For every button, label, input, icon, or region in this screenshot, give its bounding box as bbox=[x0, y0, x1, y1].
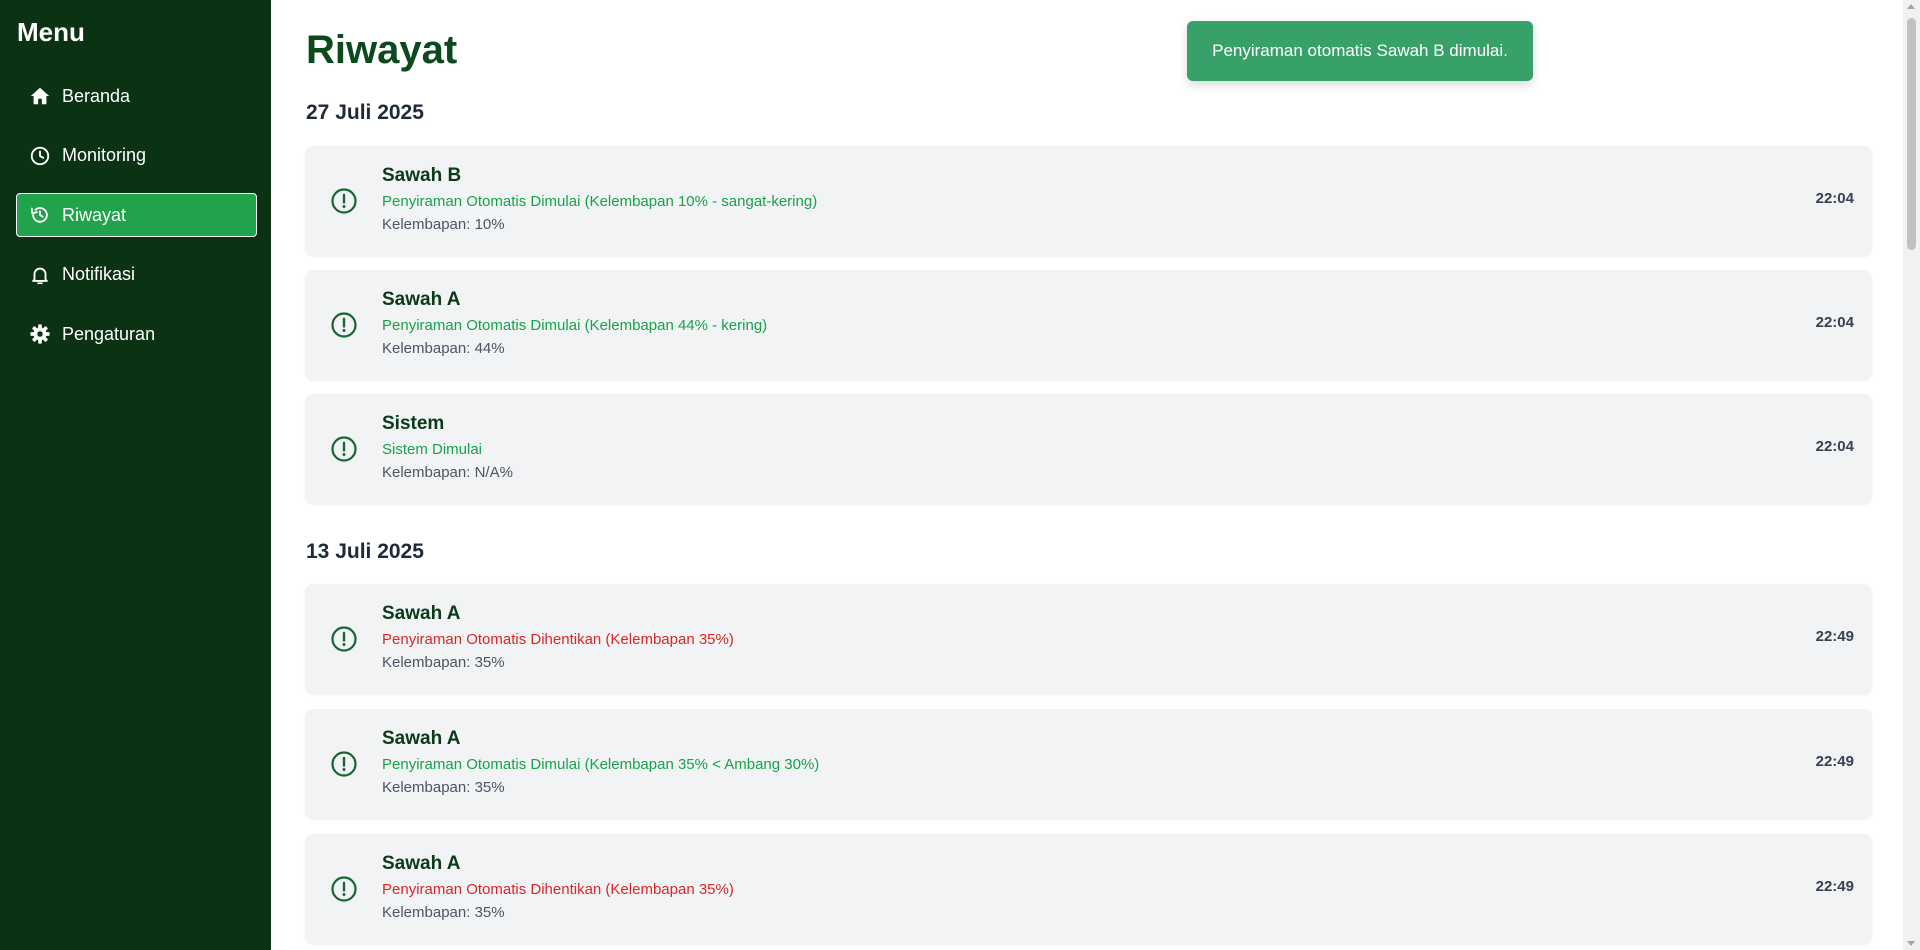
entry-time: 22:04 bbox=[1815, 314, 1854, 331]
entry-time: 22:04 bbox=[1815, 438, 1854, 455]
entry-humidity: Kelembapan: 35% bbox=[382, 654, 505, 671]
main-content: Riwayat 27 Juli 2025 Sawah B Penyiraman … bbox=[271, 0, 1903, 950]
sidebar-item-label: Pengaturan bbox=[62, 323, 156, 344]
sidebar-item-label: Beranda bbox=[62, 85, 131, 106]
entry-time: 22:49 bbox=[1815, 878, 1854, 895]
alert-circle-icon bbox=[331, 188, 357, 214]
entry-humidity: Kelembapan: 10% bbox=[382, 216, 505, 233]
sidebar-item-label: Notifikasi bbox=[62, 264, 136, 284]
entry-message: Penyiraman Otomatis Dihentikan (Kelembap… bbox=[382, 631, 734, 648]
entry-message: Penyiraman Otomatis Dihentikan (Kelembap… bbox=[382, 881, 734, 898]
entry-message: Penyiraman Otomatis Dimulai (Kelembapan … bbox=[382, 193, 818, 210]
page-title: Riwayat bbox=[306, 28, 458, 72]
entry-humidity: Kelembapan: N/A% bbox=[382, 464, 513, 481]
alert-circle-icon bbox=[331, 876, 357, 902]
entry-source: Sistem bbox=[382, 413, 445, 434]
scrollbar[interactable] bbox=[1903, 0, 1920, 950]
sidebar: Menu Beranda Monitoring Riwayat Notifika… bbox=[0, 0, 271, 950]
date-heading: 27 Juli 2025 bbox=[306, 101, 424, 124]
entry-source: Sawah A bbox=[382, 853, 461, 874]
entry-message: Sistem Dimulai bbox=[382, 441, 483, 458]
entry-time: 22:49 bbox=[1815, 753, 1854, 770]
entry-source: Sawah A bbox=[382, 603, 461, 624]
entry-humidity: Kelembapan: 44% bbox=[382, 340, 505, 357]
entry-time: 22:49 bbox=[1815, 628, 1854, 645]
entry-source: Sawah B bbox=[382, 165, 462, 186]
home-icon bbox=[28, 84, 52, 108]
entry-message: Penyiraman Otomatis Dimulai (Kelembapan … bbox=[382, 756, 820, 773]
sidebar-title: Menu bbox=[17, 17, 85, 47]
history-entry: Sawah A Penyiraman Otomatis Dihentikan (… bbox=[305, 584, 1872, 694]
sidebar-item-riwayat[interactable]: Riwayat bbox=[16, 193, 257, 237]
scroll-down-arrow-icon[interactable] bbox=[1907, 941, 1915, 946]
sidebar-item-label: Riwayat bbox=[62, 204, 127, 225]
sidebar-nav: Beranda Monitoring Riwayat Notifikasi Pe… bbox=[16, 74, 257, 372]
gear-icon bbox=[28, 322, 52, 346]
entry-source: Sawah A bbox=[382, 728, 461, 749]
entry-humidity: Kelembapan: 35% bbox=[382, 904, 505, 921]
history-entry: Sawah B Penyiraman Otomatis Dimulai (Kel… bbox=[305, 146, 1872, 256]
alert-circle-icon bbox=[331, 626, 357, 652]
alert-circle-icon bbox=[331, 436, 357, 462]
history-entry: Sawah A Penyiraman Otomatis Dimulai (Kel… bbox=[305, 709, 1872, 819]
history-entry: Sawah A Penyiraman Otomatis Dihentikan (… bbox=[305, 834, 1872, 944]
alert-circle-icon bbox=[331, 751, 357, 777]
date-heading: 13 Juli 2025 bbox=[306, 540, 424, 563]
entry-message: Penyiraman Otomatis Dimulai (Kelembapan … bbox=[382, 317, 768, 334]
toast-message: Penyiraman otomatis Sawah B dimulai. bbox=[1212, 41, 1508, 60]
history-entry: Sawah A Penyiraman Otomatis Dimulai (Kel… bbox=[305, 270, 1872, 380]
sidebar-item-pengaturan[interactable]: Pengaturan bbox=[16, 312, 257, 356]
entry-humidity: Kelembapan: 35% bbox=[382, 779, 505, 796]
sidebar-item-label: Monitoring bbox=[62, 145, 147, 165]
history-entry: Sistem Sistem Dimulai Kelembapan: N/A% 2… bbox=[305, 394, 1872, 504]
scroll-up-arrow-icon[interactable] bbox=[1907, 4, 1915, 9]
toast-notification: Penyiraman otomatis Sawah B dimulai. bbox=[1187, 21, 1533, 81]
entry-time: 22:04 bbox=[1815, 190, 1854, 207]
sidebar-item-monitoring[interactable]: Monitoring bbox=[16, 134, 257, 178]
bell-icon bbox=[28, 263, 52, 287]
sidebar-item-notifikasi[interactable]: Notifikasi bbox=[16, 253, 257, 297]
sidebar-item-beranda[interactable]: Beranda bbox=[16, 74, 257, 118]
scrollbar-thumb[interactable] bbox=[1907, 18, 1916, 250]
clock-icon bbox=[28, 144, 52, 168]
entry-source: Sawah A bbox=[382, 289, 461, 310]
history-icon bbox=[28, 203, 52, 227]
alert-circle-icon bbox=[331, 312, 357, 338]
